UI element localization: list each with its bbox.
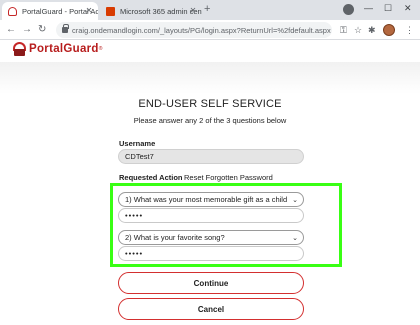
menu-dots-icon[interactable]: ⋮	[405, 25, 414, 36]
page-subtitle: Please answer any 2 of the 3 questions b…	[133, 116, 287, 125]
username-field: CDTest7	[118, 149, 304, 164]
requested-action-value: Reset Forgotten Password	[184, 173, 273, 182]
tab-portalguard[interactable]: PortalGuard - Portal Access ✕	[2, 2, 98, 20]
registered-mark: ®	[98, 46, 103, 52]
chevron-down-icon: ⌄	[292, 235, 298, 242]
answer-2-field[interactable]: •••••	[118, 246, 304, 261]
portalguard-favicon-icon	[8, 6, 17, 16]
page-title: END-USER SELF SERVICE	[138, 98, 282, 110]
close-icon[interactable]: ✕	[188, 6, 198, 16]
profile-menu-icon[interactable]	[343, 4, 354, 15]
question-2-select[interactable]: 2) What is your favorite song? ⌄	[118, 230, 304, 245]
new-tab-button[interactable]: +	[204, 3, 210, 15]
header-band	[0, 62, 420, 94]
portalguard-logo: PortalGuard ®	[13, 42, 102, 56]
office-favicon-icon	[106, 6, 115, 16]
avatar[interactable]	[383, 24, 395, 36]
reload-icon[interactable]: ↻	[38, 24, 46, 36]
forward-arrow-icon[interactable]: →	[22, 24, 32, 36]
question-1-select[interactable]: 1) What was your most memorable gift as …	[118, 192, 304, 207]
back-arrow-icon[interactable]: ←	[6, 24, 16, 36]
requested-action-label: Requested Action	[119, 173, 183, 182]
address-bar[interactable]: craig.ondemandlogin.com/_layouts/PG/logi…	[56, 22, 332, 38]
answer-1-field[interactable]: •••••	[118, 208, 304, 223]
logo-lock-icon	[13, 42, 26, 56]
star-icon[interactable]: ☆	[354, 25, 362, 36]
question-1-selected: 1) What was your most memorable gift as …	[125, 195, 288, 204]
username-label: Username	[119, 139, 156, 148]
close-icon[interactable]: ✕	[84, 6, 94, 16]
close-window-button[interactable]: ✕	[404, 3, 412, 14]
maximize-button[interactable]: ☐	[384, 3, 392, 14]
extensions-icon[interactable]: ✱	[368, 25, 376, 36]
continue-button[interactable]: Continue	[118, 272, 304, 294]
key-icon[interactable]: ⚿	[340, 25, 347, 36]
chevron-down-icon: ⌄	[292, 197, 298, 204]
lock-icon	[62, 24, 69, 33]
cancel-button[interactable]: Cancel	[118, 298, 304, 320]
browser-tab-strip: PortalGuard - Portal Access ✕ Microsoft …	[0, 0, 420, 20]
logo-text: PortalGuard	[29, 43, 99, 55]
browser-toolbar: ← → ↻ craig.ondemandlogin.com/_layouts/P…	[0, 20, 420, 40]
question-2-selected: 2) What is your favorite song?	[125, 233, 225, 242]
url-text: craig.ondemandlogin.com/_layouts/PG/logi…	[72, 25, 331, 35]
minimize-button[interactable]: —	[364, 3, 373, 13]
tab-microsoft-365[interactable]: Microsoft 365 admin center ✕	[100, 2, 202, 20]
